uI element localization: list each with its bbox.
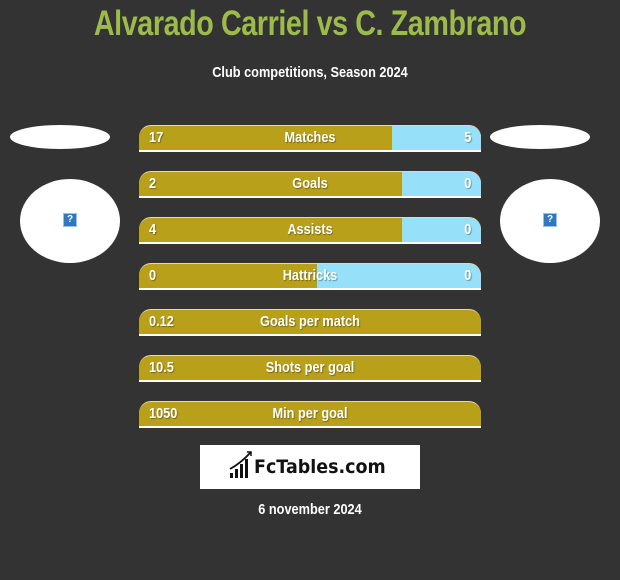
left-value: 0 [149, 267, 157, 284]
stat-label: Matches [284, 129, 336, 146]
stat-row-hattricks: 0 Hattricks 0 [139, 263, 481, 290]
right-value: 0 [463, 175, 471, 192]
bar-chart-icon [229, 451, 252, 478]
stat-row-min-per-goal: 1050 Min per goal [139, 401, 481, 428]
stat-row-goals-per-match: 0.12 Goals per match [139, 309, 481, 336]
left-value: 4 [149, 221, 157, 238]
right-player-avatar[interactable]: ? [500, 179, 600, 263]
stat-row-assists: 4 Assists 0 [139, 217, 481, 244]
page-title: Alvarado Carriel vs C. Zambrano [93, 4, 527, 43]
left-value: 17 [149, 129, 164, 146]
left-player-name-placeholder [10, 125, 110, 149]
stat-label: Goals per match [260, 313, 360, 330]
stat-label: Assists [287, 221, 333, 238]
stat-label: Hattricks [282, 267, 338, 284]
right-player-name-placeholder [490, 125, 590, 149]
left-value: 2 [149, 175, 157, 192]
stat-row-shots-per-goal: 10.5 Shots per goal [139, 355, 481, 382]
stat-row-goals: 2 Goals 0 [139, 171, 481, 198]
stat-label: Min per goal [272, 405, 348, 422]
broken-image-icon: ? [63, 213, 77, 227]
right-value: 0 [463, 221, 471, 238]
right-value: 0 [463, 267, 471, 284]
fctables-logo[interactable]: FcTables.com [200, 445, 420, 489]
stat-row-matches: 17 Matches 5 [139, 125, 481, 152]
stat-label: Shots per goal [265, 359, 355, 376]
stat-label: Goals [292, 175, 328, 192]
right-value: 5 [463, 129, 471, 146]
logo-text: FcTables.com [254, 456, 386, 478]
broken-image-icon: ? [543, 213, 557, 227]
date-label: 6 november 2024 [258, 501, 362, 518]
page-subtitle: Club competitions, Season 2024 [212, 64, 408, 81]
left-player-avatar[interactable]: ? [20, 179, 120, 263]
